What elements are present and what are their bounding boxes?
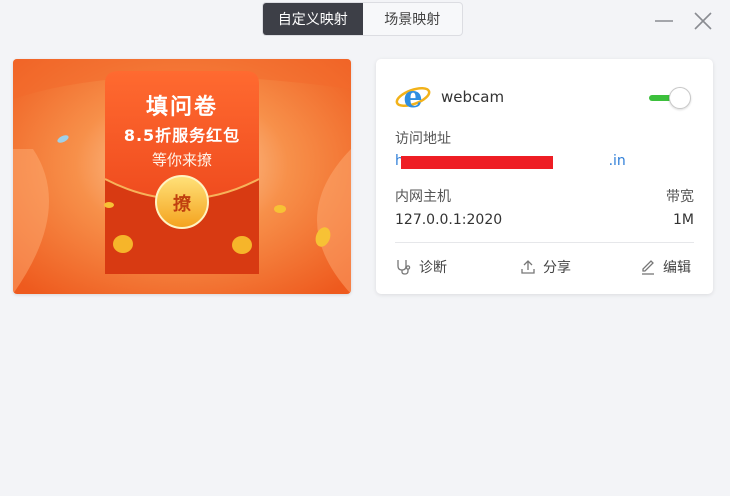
share-button[interactable]: 分享 [519,257,571,277]
share-label: 分享 [543,260,571,276]
tab-custom-mapping[interactable]: 自定义映射 [263,3,363,35]
mapping-name: webcam [441,88,505,106]
tab-scene-mapping[interactable]: 场景映射 [363,3,463,35]
diagnose-icon [397,260,411,275]
diagnose-label: 诊断 [419,260,447,276]
host-value: 127.0.0.1:2020 [395,212,503,228]
svg-text:e: e [403,80,422,115]
minimize-icon[interactable] [653,10,675,32]
divider [395,242,694,243]
bandwidth-label: 带宽 [666,189,694,205]
mapping-tabs: 自定义映射 场景映射 [262,2,463,36]
enable-toggle[interactable] [647,86,693,110]
banner-tagline: 等你来撩 [151,151,212,169]
browser-e-icon: e [395,79,431,115]
survey-banner[interactable]: 填问卷 8.5折服务红包 等你来撩 撩 [13,59,351,294]
url-link[interactable]: h .in [395,153,695,169]
host-label: 内网主机 [395,189,451,205]
url-label: 访问地址 [395,131,451,147]
mapping-card: e webcam 访问地址 h .in 内网主机 带宽 127.0.0.1:20… [376,59,713,294]
close-icon[interactable] [692,10,714,32]
bandwidth-value: 1M [673,212,694,228]
diagnose-button[interactable]: 诊断 [395,257,447,277]
toggle-knob [669,87,691,109]
edit-button[interactable]: 编辑 [639,257,691,277]
edit-icon [642,260,654,275]
edit-label: 编辑 [663,260,691,276]
share-icon [521,260,535,274]
banner-offer: 8.5折服务红包 [123,126,241,145]
banner-headline: 填问卷 [145,95,218,120]
banner-coin-label: 撩 [173,194,191,215]
redaction-bar [401,156,553,169]
